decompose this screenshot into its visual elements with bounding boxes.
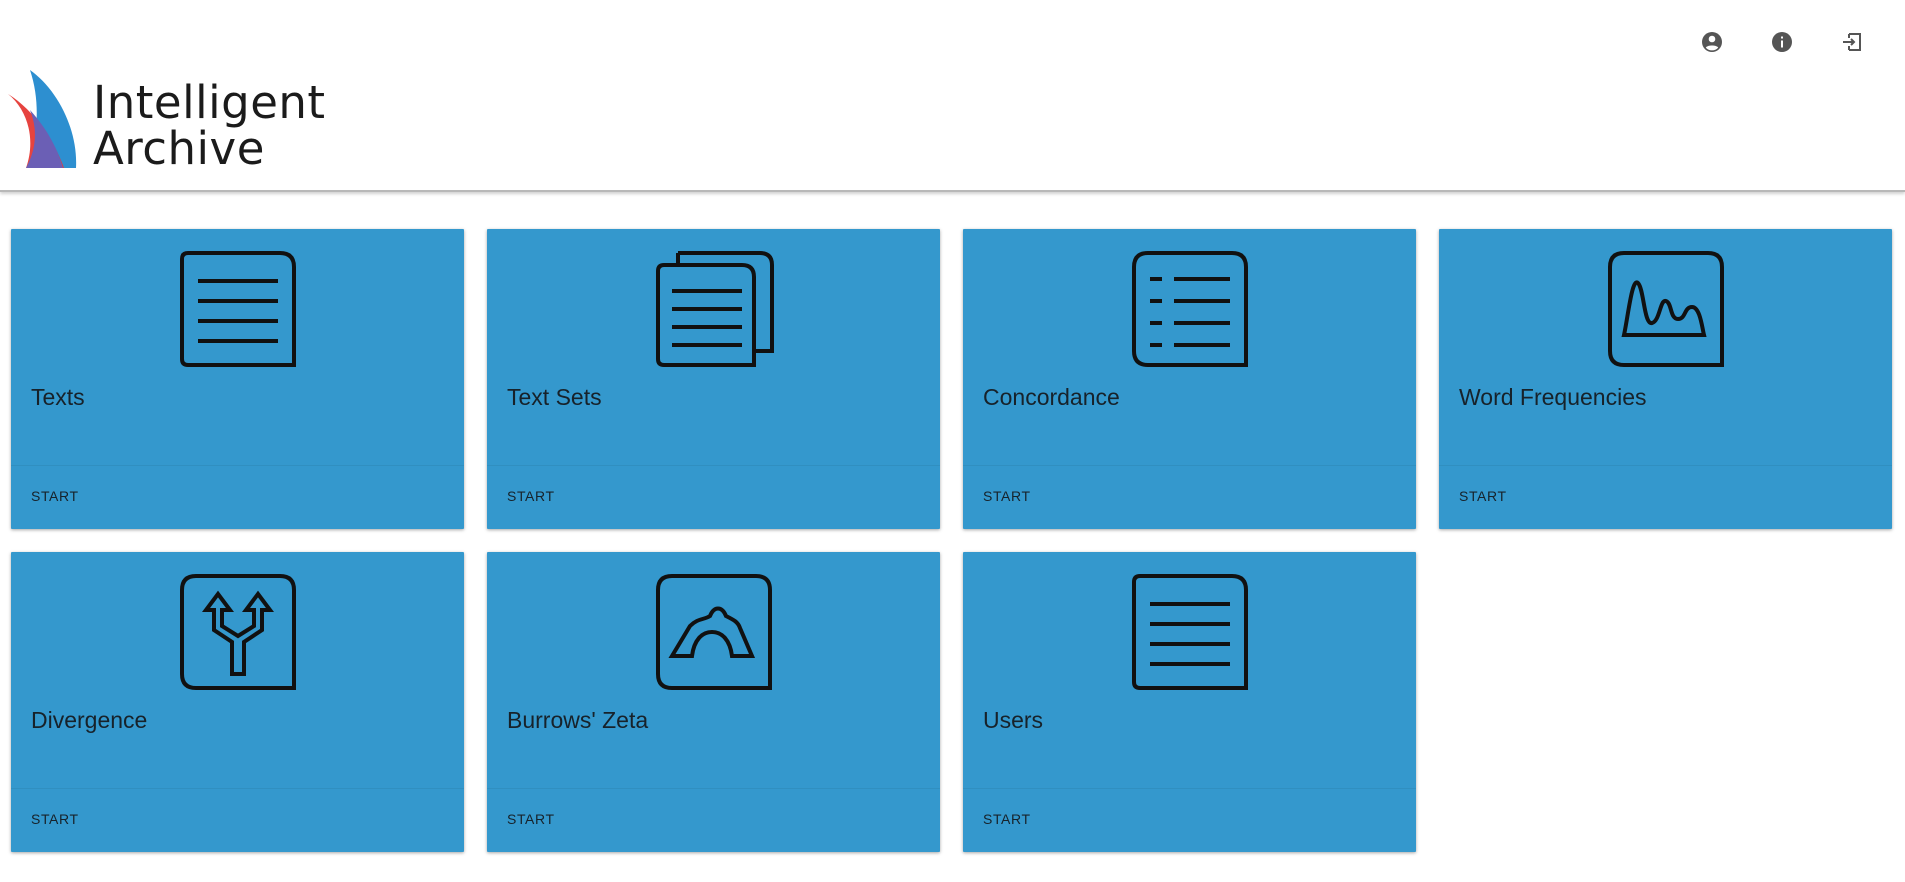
card-divider — [11, 788, 464, 789]
start-button[interactable]: START — [507, 488, 555, 504]
card-concordance[interactable]: Concordance START — [963, 229, 1416, 529]
card-users[interactable]: Users START — [963, 552, 1416, 852]
bridge-shape-icon — [655, 574, 772, 690]
card-divider — [487, 788, 940, 789]
account-button[interactable] — [1699, 28, 1725, 56]
diverging-arrows-icon — [179, 574, 296, 690]
card-title: Word Frequencies — [1459, 384, 1647, 410]
app-header: Intelligent Archive — [0, 0, 1905, 192]
app-logo[interactable]: Intelligent Archive — [8, 70, 338, 174]
card-burrows-zeta[interactable]: Burrows' Zeta START — [487, 552, 940, 852]
start-button[interactable]: START — [1459, 488, 1507, 504]
card-divider — [1439, 465, 1892, 466]
documents-stack-icon — [655, 251, 774, 367]
logo-line-1: Intelligent — [93, 76, 326, 129]
card-divergence[interactable]: Divergence START — [11, 552, 464, 852]
card-divider — [487, 465, 940, 466]
card-title: Texts — [31, 384, 85, 410]
start-button[interactable]: START — [31, 811, 79, 827]
header-actions — [1699, 28, 1865, 58]
card-divider — [11, 465, 464, 466]
card-title: Text Sets — [507, 384, 602, 410]
logout-button[interactable] — [1839, 28, 1865, 56]
card-title: Divergence — [31, 707, 148, 733]
card-word-frequencies[interactable]: Word Frequencies START — [1439, 229, 1892, 529]
card-title: Users — [983, 707, 1044, 733]
logo-line-2: Archive — [93, 122, 265, 175]
card-text-sets[interactable]: Text Sets START — [487, 229, 940, 529]
card-texts[interactable]: Texts START — [11, 229, 464, 529]
bulleted-list-icon — [1131, 251, 1248, 367]
sail-logo-icon — [8, 70, 77, 168]
start-button[interactable]: START — [983, 811, 1031, 827]
card-title: Burrows' Zeta — [507, 707, 649, 733]
card-title: Concordance — [983, 384, 1120, 410]
start-button[interactable]: START — [31, 488, 79, 504]
app-title: Intelligent Archive — [93, 80, 326, 172]
card-divider — [963, 788, 1416, 789]
info-button[interactable] — [1769, 28, 1795, 56]
start-button[interactable]: START — [983, 488, 1031, 504]
info-icon — [1772, 32, 1792, 52]
logout-icon — [1843, 33, 1861, 51]
frequency-curve-icon — [1607, 251, 1724, 367]
document-icon — [1131, 574, 1248, 690]
start-button[interactable]: START — [507, 811, 555, 827]
document-icon — [179, 251, 296, 367]
tool-card-grid: Texts START Text Sets START Concordance … — [11, 229, 1892, 852]
card-divider — [963, 465, 1416, 466]
account-circle-icon — [1702, 32, 1722, 52]
